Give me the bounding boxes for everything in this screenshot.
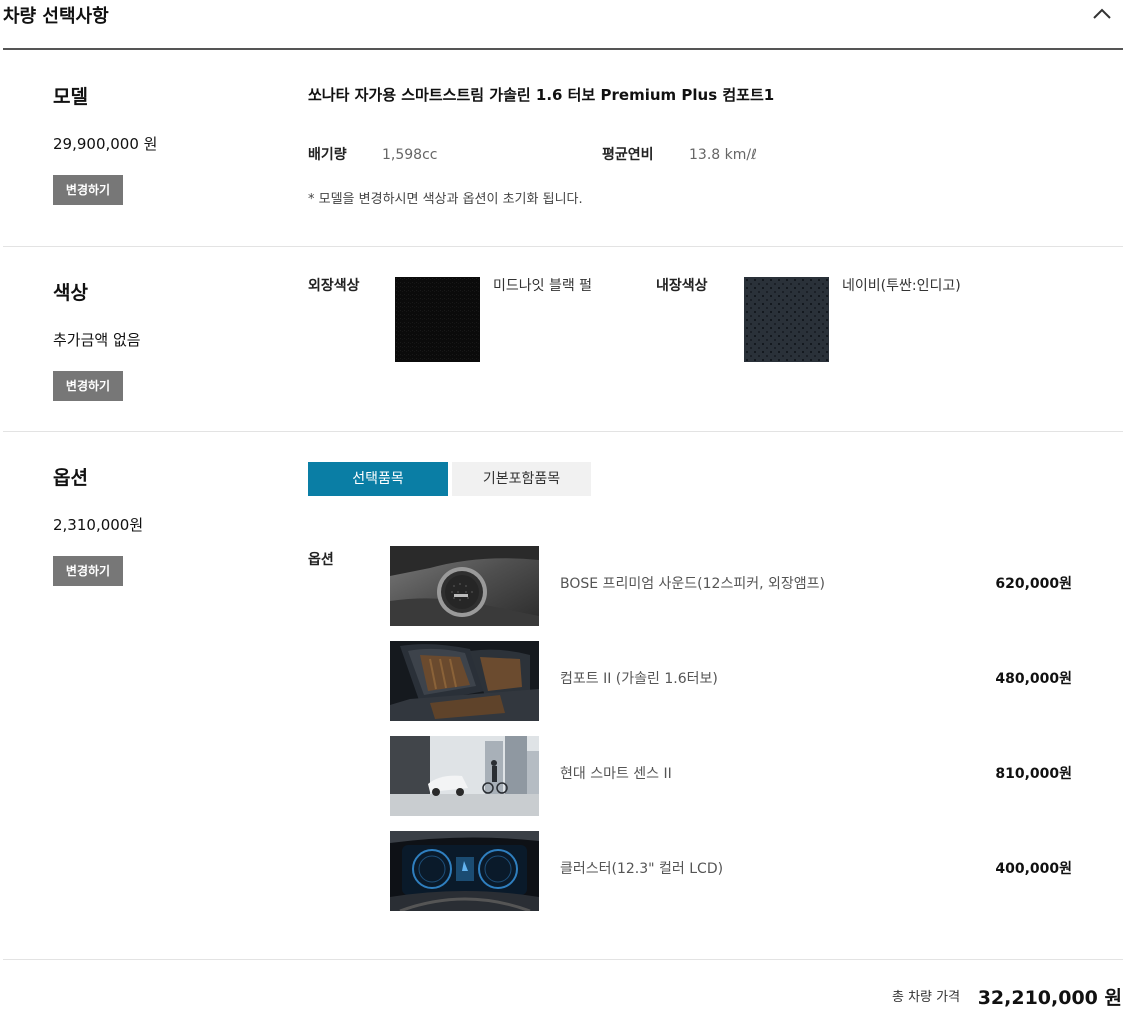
model-price: 29,900,000 원 [53, 135, 158, 153]
option-name: 현대 스마트 센스 II [560, 766, 672, 782]
options-price: 2,310,000원 [53, 516, 144, 534]
section-divider [3, 431, 1123, 432]
options-section-title: 옵션 [53, 467, 88, 489]
header-divider [3, 48, 1123, 50]
option-price: 400,000원 [995, 861, 1072, 877]
model-name: 쏘나타 자가용 스마트스트림 가솔린 1.6 터보 Premium Plus 컴… [308, 86, 775, 104]
section-divider [3, 246, 1123, 247]
section-header-title: 차량 선택사항 [3, 6, 109, 27]
section-divider [3, 959, 1123, 960]
displacement-value: 1,598cc [382, 147, 438, 163]
ventilated-seat-image [390, 641, 539, 721]
option-row: 현대 스마트 센스 II 810,000원 [390, 736, 1080, 816]
option-name: BOSE 프리미엄 사운드(12스피커, 외장앰프) [560, 576, 825, 592]
color-section-title: 색상 [53, 282, 88, 304]
exterior-color-label: 외장색상 [308, 278, 360, 294]
chevron-up-icon[interactable] [1092, 6, 1112, 22]
bose-speaker-image [390, 546, 539, 626]
option-price: 480,000원 [995, 671, 1072, 687]
model-change-button[interactable]: 변경하기 [53, 175, 123, 205]
options-change-button[interactable]: 변경하기 [53, 556, 123, 586]
option-name: 클러스터(12.3" 컬러 LCD) [560, 861, 724, 877]
efficiency-value: 13.8 km/ℓ [689, 147, 757, 163]
smart-sense-image [390, 736, 539, 816]
model-section-title: 모델 [53, 86, 88, 108]
model-change-note: * 모델을 변경하시면 색상과 옵션이 초기화 됩니다. [308, 192, 583, 207]
interior-color-swatch [744, 277, 829, 362]
exterior-color-swatch [395, 277, 480, 362]
color-change-button[interactable]: 변경하기 [53, 371, 123, 401]
color-price: 추가금액 없음 [53, 331, 141, 349]
interior-color-label: 내장색상 [656, 278, 708, 294]
efficiency-label: 평균연비 [602, 147, 654, 163]
option-name: 컴포트 II (가솔린 1.6터보) [560, 671, 718, 687]
tab-basic-items[interactable]: 기본포함품목 [452, 462, 591, 496]
option-row: 클러스터(12.3" 컬러 LCD) 400,000원 [390, 831, 1080, 911]
option-price: 810,000원 [995, 766, 1072, 782]
option-row: BOSE 프리미엄 사운드(12스피커, 외장앰프) 620,000원 [390, 546, 1080, 626]
total-price-value: 32,210,000 원 [977, 987, 1122, 1009]
options-list-label: 옵션 [308, 552, 334, 568]
option-price: 620,000원 [995, 576, 1072, 592]
total-price-label: 총 차량 가격 [892, 990, 961, 1005]
digital-cluster-image [390, 831, 539, 911]
interior-color-name: 네이비(투싼:인디고) [842, 278, 961, 294]
exterior-color-name: 미드나잇 블랙 펄 [493, 278, 593, 294]
tab-selected-items[interactable]: 선택품목 [308, 462, 448, 496]
displacement-label: 배기량 [308, 147, 347, 163]
option-row: 컴포트 II (가솔린 1.6터보) 480,000원 [390, 641, 1080, 721]
